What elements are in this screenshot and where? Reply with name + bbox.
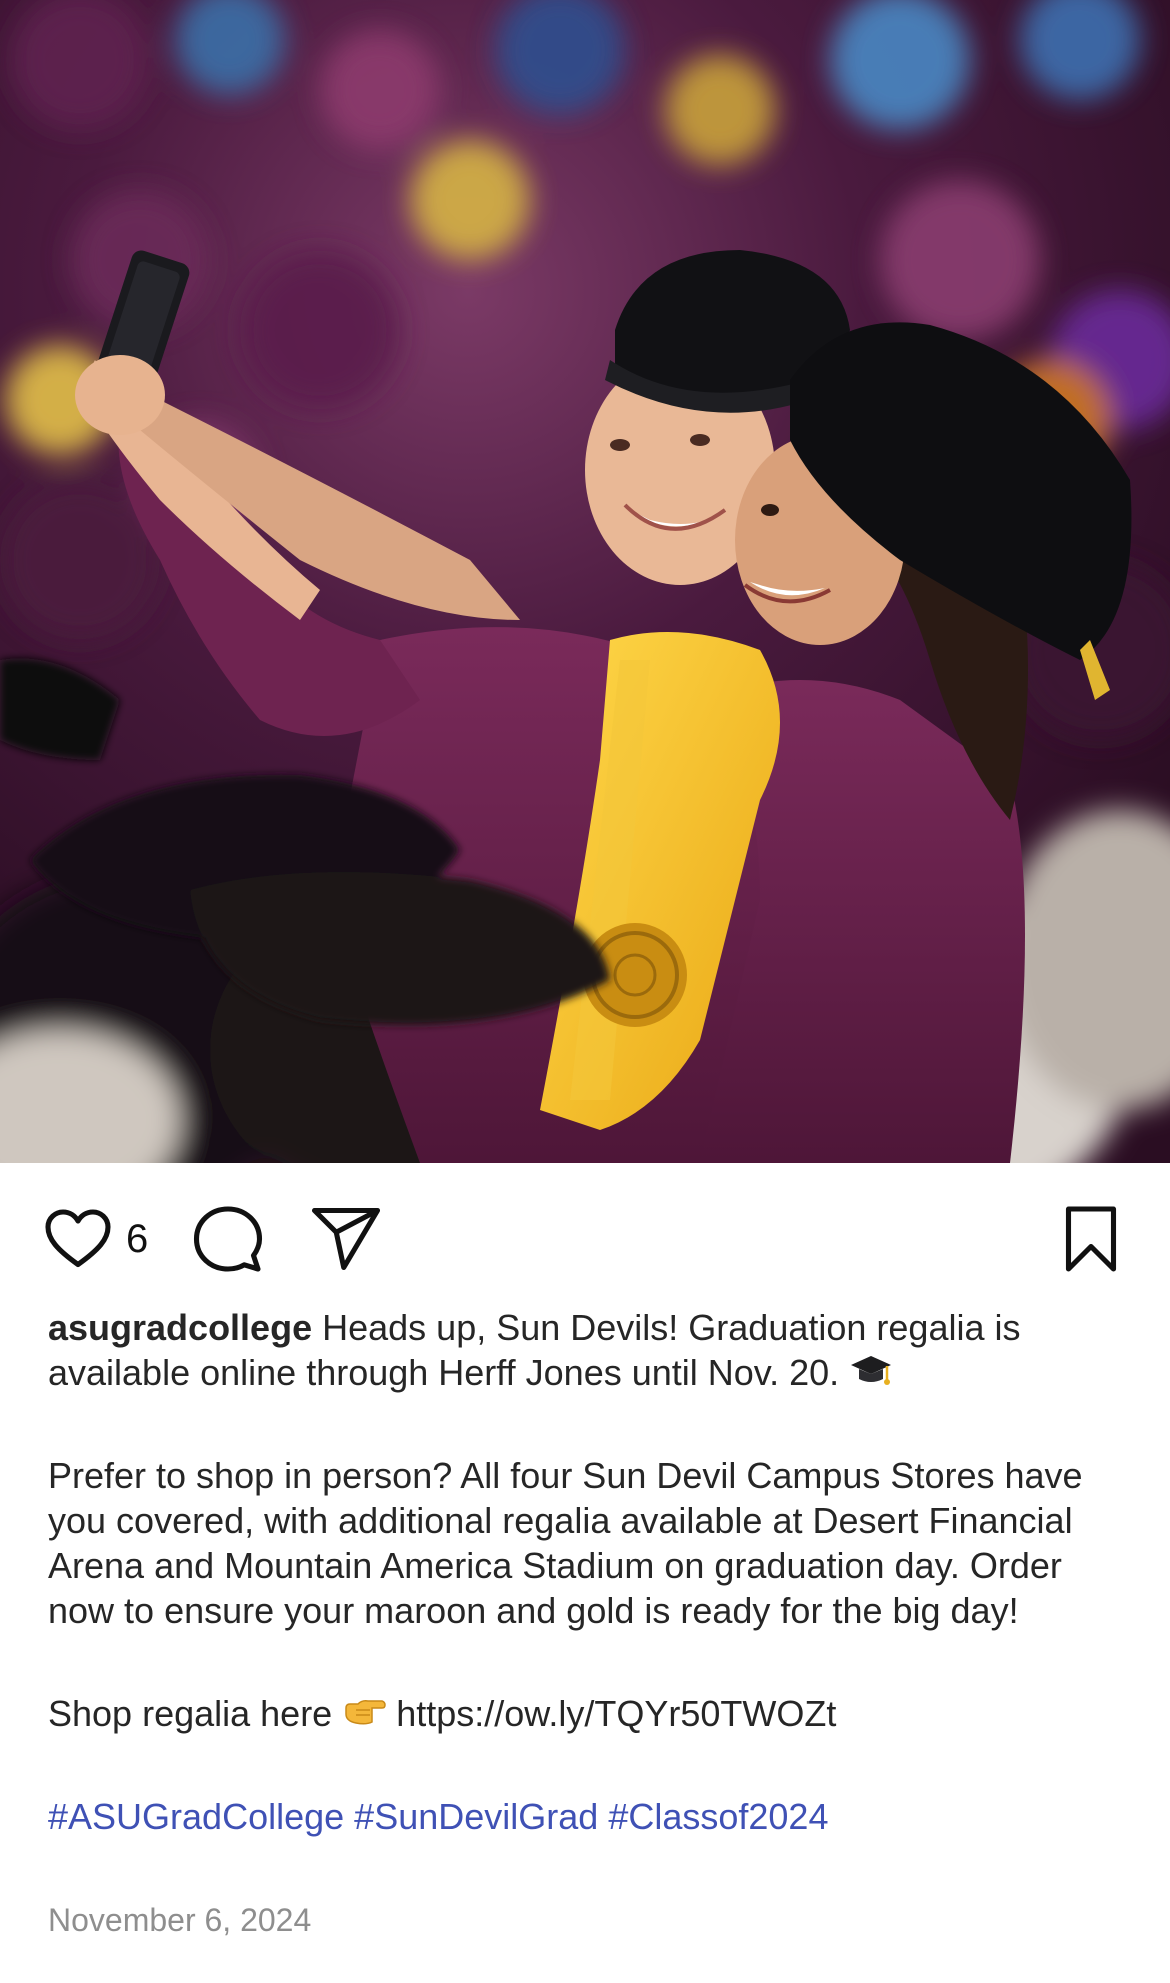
comment-button[interactable] (192, 1203, 264, 1275)
bookmark-icon (1065, 1206, 1117, 1272)
instagram-post: 6 asugradcollege Heads up, Sun Devils! G… (0, 0, 1170, 1983)
share-button[interactable] (310, 1203, 382, 1275)
comment-icon (193, 1206, 263, 1272)
username-link[interactable]: asugradcollege (48, 1307, 312, 1348)
hashtag-link[interactable]: #ASUGradCollege (48, 1796, 344, 1837)
caption-second-paragraph: Prefer to shop in person? All four Sun D… (48, 1455, 1083, 1631)
caption-shop-line: Shop regalia here https://ow.ly/TQYr50TW… (48, 1691, 1128, 1736)
hashtags: #ASUGradCollege #SunDevilGrad #Classof20… (48, 1794, 1128, 1839)
save-button[interactable] (1055, 1203, 1127, 1275)
post-caption: asugradcollege Heads up, Sun Devils! Gra… (48, 1305, 1128, 1839)
hashtag-link[interactable]: #SunDevilGrad (354, 1796, 598, 1837)
post-image[interactable] (0, 0, 1170, 1163)
post-date: November 6, 2024 (48, 1902, 312, 1938)
share-icon (311, 1207, 381, 1271)
action-bar: 6 (0, 1163, 1170, 1308)
shop-link[interactable]: https://ow.ly/TQYr50TWOZt (396, 1693, 836, 1734)
like-button[interactable] (42, 1203, 114, 1275)
caption-first-paragraph: asugradcollege Heads up, Sun Devils! Gra… (48, 1305, 1128, 1395)
heart-icon (45, 1209, 111, 1268)
pointing-right-icon (342, 1692, 386, 1732)
graduation-cap-icon (849, 1351, 893, 1391)
shop-text: Shop regalia here (48, 1693, 333, 1734)
hashtag-link[interactable]: #Classof2024 (608, 1796, 828, 1837)
like-count[interactable]: 6 (126, 1211, 148, 1267)
